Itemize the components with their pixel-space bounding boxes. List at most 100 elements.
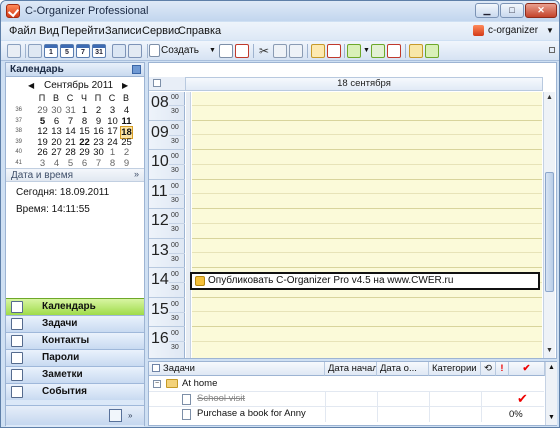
calendar-day[interactable]: 31 [64,105,77,116]
print-icon[interactable] [327,44,341,58]
calendar-day[interactable]: 20 [50,137,63,148]
close-button[interactable]: ✕ [525,3,557,18]
scroll-up-icon[interactable]: ▲ [548,364,555,371]
chevron-down-icon[interactable]: ▼ [363,47,370,54]
calendar-day[interactable]: 19 [36,137,49,148]
paste-icon[interactable] [289,44,303,58]
menu-service[interactable]: Сервис [142,25,180,37]
nav-passwords[interactable]: Пароли [6,349,144,366]
calendar-day[interactable]: 23 [92,137,105,148]
col-header-category[interactable]: Категории [429,362,481,376]
list-view-icon[interactable] [128,44,142,58]
maximize-button[interactable]: □ [500,3,524,18]
calendar-day[interactable]: 8 [78,116,91,127]
month-view-icon[interactable]: 31 [92,44,106,58]
menu-file[interactable]: Файл [9,25,36,37]
col-header-due[interactable]: Дата о... [377,362,429,376]
nav-contacts[interactable]: Контакты [6,332,144,349]
calendar-day[interactable]: 4 [50,158,63,169]
create-button[interactable]: Создать [161,45,199,56]
chevron-down-icon[interactable]: ▼ [209,47,216,54]
collapse-icon[interactable]: » [134,169,139,179]
calendar-day[interactable]: 29 [36,105,49,116]
tasks-scrollbar[interactable]: ▲ ▼ [545,362,557,425]
menu-view[interactable]: Вид [39,25,59,37]
calendar-day[interactable]: 3 [36,158,49,169]
edit-icon[interactable] [219,44,233,58]
note-icon[interactable] [409,44,423,58]
week-view-icon[interactable]: 7 [76,44,90,58]
day-view-icon[interactable]: 1 [44,44,58,58]
reminder-column-icon[interactable]: ⟲ [481,362,496,376]
toolbar-options-icon[interactable] [549,47,555,53]
menu-records[interactable]: Записи [105,25,142,37]
completed-check-icon[interactable]: ✔ [517,392,528,405]
calendar-day[interactable]: 16 [92,126,105,137]
calendar-day[interactable]: 2 [92,105,105,116]
calendar-day[interactable]: 6 [78,158,91,169]
calendar-day[interactable]: 24 [106,137,119,148]
prev-month-icon[interactable]: ◀ [28,81,34,90]
calendar-day[interactable]: 12 [36,126,49,137]
calendar-day[interactable]: 28 [64,147,77,158]
calendar-day[interactable]: 3 [106,105,119,116]
time-slots[interactable] [192,92,542,358]
calendar-day[interactable]: 5 [64,158,77,169]
collapse-group-icon[interactable]: − [153,380,161,388]
calendar-day[interactable]: 7 [64,116,77,127]
calendar-day[interactable]: 30 [50,105,63,116]
calendar-day[interactable]: 29 [78,147,91,158]
calendar-day[interactable]: 17 [106,126,119,137]
calendar-day[interactable]: 5 [36,116,49,127]
calendar-day[interactable]: 2 [120,147,133,158]
calendar-day[interactable]: 11 [120,116,133,127]
delete-icon[interactable] [235,44,249,58]
calendar-day[interactable]: 1 [78,105,91,116]
calendar-day[interactable]: 25 [120,137,133,148]
col-header-title[interactable]: Задачи [149,362,325,376]
calendar-day[interactable]: 13 [50,126,63,137]
category-icon[interactable] [371,44,385,58]
nav-tasks[interactable]: Задачи [6,315,144,332]
today-icon[interactable] [28,44,42,58]
calendar-day[interactable]: 27 [50,147,63,158]
calendar-day[interactable]: 6 [50,116,63,127]
sidebar-toggle-icon[interactable] [7,44,21,58]
minimize-button[interactable]: ▁ [475,3,499,18]
calendar-day[interactable]: 8 [106,158,119,169]
scroll-down-icon[interactable]: ▼ [546,347,553,354]
menu-go[interactable]: Перейти [61,25,105,37]
calendar-day[interactable]: 9 [92,116,105,127]
complete-column-icon[interactable]: ✔ [509,362,545,376]
profile-select[interactable]: c-organizer ▼ [473,24,554,39]
task-row[interactable]: School visit ✔ [149,391,544,407]
reminder-icon[interactable] [311,44,325,58]
calendar-day[interactable]: 22 [78,137,91,148]
nav-events[interactable]: События [6,383,144,400]
calendar-day[interactable]: 14 [64,126,77,137]
next-month-icon[interactable]: ▶ [122,81,128,90]
scroll-down-icon[interactable]: ▼ [548,414,555,421]
nav-notes[interactable]: Заметки [6,366,144,383]
day-header[interactable]: 18 сентября [185,77,543,91]
nav-calendar[interactable]: Календарь [6,298,144,315]
more-options-icon[interactable]: » [128,411,132,420]
calendar-day[interactable]: 26 [36,147,49,158]
pin-icon[interactable] [132,65,141,74]
sync-icon[interactable] [425,44,439,58]
calendar-day[interactable]: 7 [92,158,105,169]
calendar-day[interactable]: 30 [92,147,105,158]
mark-complete-icon[interactable] [347,44,361,58]
calendar-day[interactable]: 4 [120,105,133,116]
day-view-scrollbar[interactable]: ▲ ▼ [543,92,555,358]
calendar-day[interactable]: 15 [78,126,91,137]
col-header-start[interactable]: Дата начала [325,362,377,376]
new-document-icon[interactable] [149,44,160,57]
calendar-day[interactable]: 9 [120,158,133,169]
menu-help[interactable]: Справка [178,25,221,37]
scroll-up-icon[interactable]: ▲ [546,94,553,101]
configure-nav-icon[interactable] [109,409,122,422]
calendar-day[interactable]: 10 [106,116,119,127]
task-group[interactable]: − At home [149,377,544,391]
work-week-view-icon[interactable]: 5 [60,44,74,58]
